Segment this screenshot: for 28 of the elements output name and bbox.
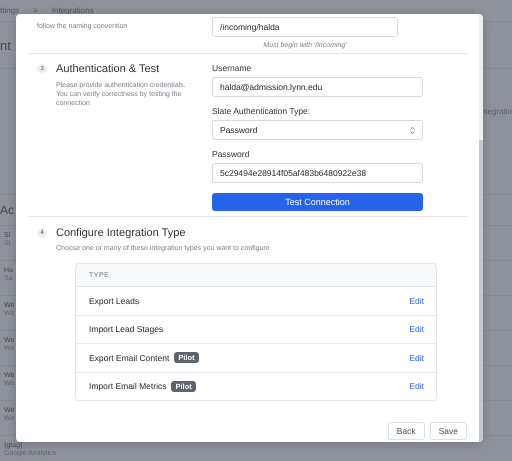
breadcrumb-link[interactable]: ttings [0,6,20,15]
input-field[interactable]: 5c29494e28914f05af483b6480922e38 [212,163,423,183]
edit-link[interactable]: Edit [409,324,424,334]
section-heading: Ac [0,203,14,217]
scrollbar-thumb[interactable] [479,140,483,442]
field-label: Username [212,63,252,73]
select-field[interactable]: Password [212,120,423,140]
section-title: Authentication & Test [56,63,160,75]
save-button[interactable]: Save [430,422,467,440]
page-title: nt [0,38,11,52]
table-cell: Import Email Metrics [89,381,166,392]
edit-link[interactable]: Edit [409,296,424,306]
test-connection-button[interactable]: Test Connection [212,193,423,211]
input-field[interactable]: /incoming/halda [212,17,398,37]
edit-link[interactable]: Edit [409,381,424,392]
section-title: Configure Integration Type [56,227,186,239]
input-field[interactable]: halda@admission.lynn.edu [212,77,423,97]
chevron-up-down-icon [410,126,415,134]
breadcrumb-separator: > [33,6,38,15]
field-label: Password [212,149,250,159]
table-cell: Export Email Content [89,352,170,363]
edit-link[interactable]: Edit [409,352,424,363]
back-button[interactable]: Back [388,422,425,440]
table-cell: Export Leads [89,296,140,306]
scrollbar[interactable] [479,14,483,442]
field-label: Slate Authentication Type: [212,106,312,116]
table-cell: Import Lead Stages [89,324,164,334]
breadcrumb-link[interactable]: Integrations [52,6,94,15]
